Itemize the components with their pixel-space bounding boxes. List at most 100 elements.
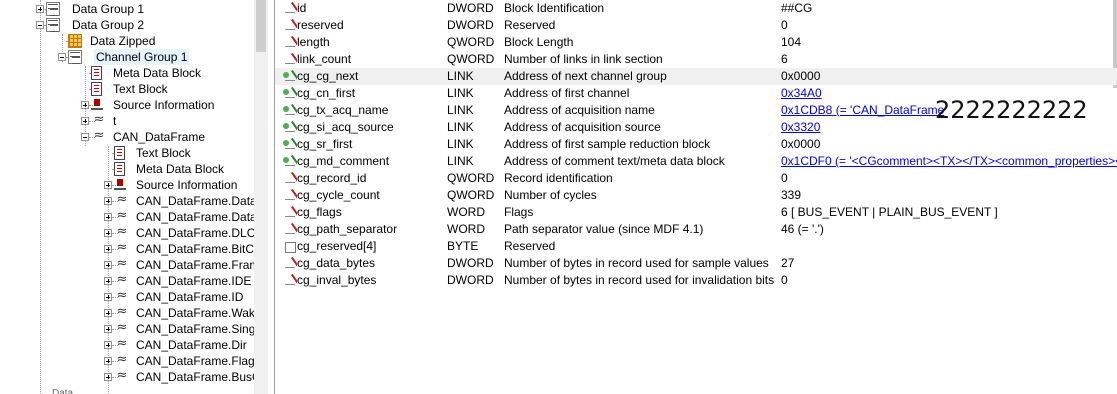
expand-toggle-icon[interactable] bbox=[104, 357, 112, 365]
signal-icon: ≈ bbox=[116, 256, 128, 271]
expand-toggle-icon[interactable] bbox=[81, 101, 89, 109]
expand-toggle-icon[interactable] bbox=[36, 5, 44, 13]
tree-node[interactable]: ≈ CAN_DataFrame.Flags bbox=[0, 353, 254, 369]
tree-node[interactable]: Text Block bbox=[0, 81, 254, 97]
tree-node-label: CAN_DataFrame bbox=[113, 130, 206, 144]
property-description: Reserved bbox=[504, 239, 556, 253]
tree-node[interactable]: ≈ CAN_DataFrame.Data bbox=[0, 193, 254, 209]
tree-node[interactable]: Data Group 1 bbox=[0, 1, 254, 17]
expand-toggle-icon[interactable] bbox=[104, 197, 112, 205]
expand-toggle-icon[interactable] bbox=[104, 309, 112, 317]
tree-node[interactable]: ≈ CAN_DataFrame.Singl bbox=[0, 321, 254, 337]
property-row[interactable]: cg_record_id QWORD Record identification 0 bbox=[275, 170, 1117, 187]
property-row[interactable]: id DWORD Block Identification ##CG bbox=[275, 0, 1117, 17]
property-description: Number of bytes in record used for sampl… bbox=[504, 256, 769, 270]
tree-scrollbar-thumb[interactable] bbox=[256, 0, 266, 52]
property-row[interactable]: cg_path_separator WORD Path separator valu… bbox=[275, 221, 1117, 238]
expand-toggle-icon[interactable] bbox=[104, 341, 112, 349]
link-pin-icon bbox=[283, 105, 296, 116]
tree-node-partial[interactable]: Data Group 3 bbox=[52, 388, 92, 394]
property-row[interactable]: cg_flags WORD Flags 6 [ BUS_EVENT | PLAIN_B… bbox=[275, 204, 1117, 221]
property-row[interactable]: length QWORD Block Length 104 bbox=[275, 34, 1117, 51]
property-icon-cell bbox=[283, 187, 297, 204]
property-row[interactable]: cg_cg_next LINK Address of next channel gr… bbox=[275, 68, 1117, 85]
tree-node[interactable]: Text Block bbox=[0, 145, 254, 161]
tree-node-label: CAN_DataFrame.Data bbox=[136, 194, 254, 208]
tree-node[interactable]: ≈ t bbox=[0, 113, 254, 129]
property-value: ##CG bbox=[781, 1, 813, 15]
property-row[interactable]: link_count QWORD Number of links in link s… bbox=[275, 51, 1117, 68]
property-value-link[interactable]: 0x1CDF0 (= '<CGcomment><TX></TX><common_… bbox=[781, 153, 1117, 170]
link-pin-icon bbox=[283, 122, 296, 133]
signal-icon: ≈ bbox=[116, 320, 128, 335]
expand-toggle-icon[interactable] bbox=[104, 277, 112, 285]
tree-node-label: CAN_DataFrame.BusC bbox=[136, 370, 254, 384]
property-name: cg_flags bbox=[297, 205, 342, 219]
tree-node-label: Data Group 1 bbox=[72, 2, 145, 16]
tree-node[interactable]: ≈ CAN_DataFrame.Wak bbox=[0, 305, 254, 321]
property-row[interactable]: cg_data_bytes DWORD Number of bytes in rec… bbox=[275, 255, 1117, 272]
property-row[interactable]: cg_md_comment LINK Address of comment text… bbox=[275, 153, 1117, 170]
tree-node[interactable]: ≈ CAN_DataFrame.Dir bbox=[0, 337, 254, 353]
property-row[interactable]: cg_reserved[4] BYTE Reserved bbox=[275, 238, 1117, 255]
collapse-toggle-icon[interactable] bbox=[36, 21, 44, 29]
link-pin-icon bbox=[283, 71, 296, 82]
tree-node-label: Meta Data Block bbox=[136, 162, 225, 176]
property-description: Address of first channel bbox=[504, 86, 630, 100]
expand-toggle-icon[interactable] bbox=[104, 245, 112, 253]
folder-icon bbox=[68, 50, 82, 64]
property-name: cg_cn_first bbox=[297, 86, 356, 100]
tree-vertical-scrollbar[interactable] bbox=[254, 0, 268, 394]
property-row[interactable]: cg_cycle_count QWORD Number of cycles 339 bbox=[275, 187, 1117, 204]
tree-node[interactable]: Source Information bbox=[0, 177, 254, 193]
expand-toggle-icon[interactable] bbox=[81, 117, 89, 125]
property-value: 27 bbox=[781, 256, 795, 270]
property-value: 6 bbox=[781, 52, 788, 66]
property-name: cg_path_separator bbox=[297, 222, 398, 236]
collapse-toggle-icon[interactable] bbox=[81, 133, 89, 141]
property-name: link_count bbox=[297, 52, 352, 66]
collapse-toggle-icon[interactable] bbox=[58, 53, 66, 61]
expand-toggle-icon[interactable] bbox=[104, 213, 112, 221]
expand-toggle-icon[interactable] bbox=[104, 325, 112, 333]
tree-node[interactable]: Meta Data Block bbox=[0, 161, 254, 177]
pin-head-icon bbox=[283, 89, 289, 95]
property-value bbox=[781, 238, 1117, 255]
signal-icon: ≈ bbox=[116, 240, 128, 255]
pin-head-icon bbox=[283, 123, 289, 129]
tree-node[interactable]: Channel Group 1 bbox=[0, 49, 254, 65]
tree-node[interactable]: Data Group 2 bbox=[0, 17, 254, 33]
tree-node[interactable]: Data Zipped bbox=[0, 33, 254, 49]
property-icon bbox=[283, 20, 296, 31]
pin-head-icon bbox=[283, 72, 289, 78]
tree-node[interactable]: ≈ CAN_DataFrame.BitCo bbox=[0, 241, 254, 257]
tree-node[interactable]: ≈ CAN_DataFrame.IDE bbox=[0, 273, 254, 289]
tree-node[interactable]: ≈ CAN_DataFrame.DLC bbox=[0, 225, 254, 241]
expand-toggle-icon[interactable] bbox=[104, 181, 112, 189]
signal-icon: ≈ bbox=[116, 336, 128, 351]
expand-toggle-icon[interactable] bbox=[104, 261, 112, 269]
property-type: DWORD bbox=[447, 18, 494, 32]
property-row[interactable]: cg_sr_first LINK Address of first sample r… bbox=[275, 136, 1117, 153]
expand-toggle-icon[interactable] bbox=[104, 293, 112, 301]
property-row[interactable]: reserved DWORD Reserved 0 bbox=[275, 17, 1117, 34]
tree-node-label: CAN_DataFrame.ID bbox=[136, 290, 244, 304]
pin-head-icon bbox=[283, 140, 289, 146]
source-icon bbox=[91, 98, 103, 112]
expand-toggle-icon[interactable] bbox=[104, 373, 112, 381]
signal-icon: ≈ bbox=[116, 368, 128, 383]
property-icon bbox=[283, 224, 296, 235]
tree-node-label: Source Information bbox=[113, 98, 215, 112]
tree-node[interactable]: Meta Data Block bbox=[0, 65, 254, 81]
tree-node[interactable]: ≈ CAN_DataFrame.ID bbox=[0, 289, 254, 305]
panel-splitter[interactable] bbox=[268, 0, 275, 394]
property-row[interactable]: cg_inval_bytes DWORD Number of bytes in re… bbox=[275, 272, 1117, 289]
property-type: WORD bbox=[447, 205, 485, 219]
tree-node[interactable]: ≈ CAN_DataFrame.Fram bbox=[0, 257, 254, 273]
expand-toggle-icon[interactable] bbox=[104, 229, 112, 237]
tree-node[interactable]: ≈ CAN_DataFrame bbox=[0, 129, 254, 145]
property-description: Number of bytes in record used for inval… bbox=[504, 273, 775, 287]
tree-node[interactable]: Source Information bbox=[0, 97, 254, 113]
tree-node[interactable]: ≈ CAN_DataFrame.Data bbox=[0, 209, 254, 225]
tree-node[interactable]: ≈ CAN_DataFrame.BusC bbox=[0, 369, 254, 385]
